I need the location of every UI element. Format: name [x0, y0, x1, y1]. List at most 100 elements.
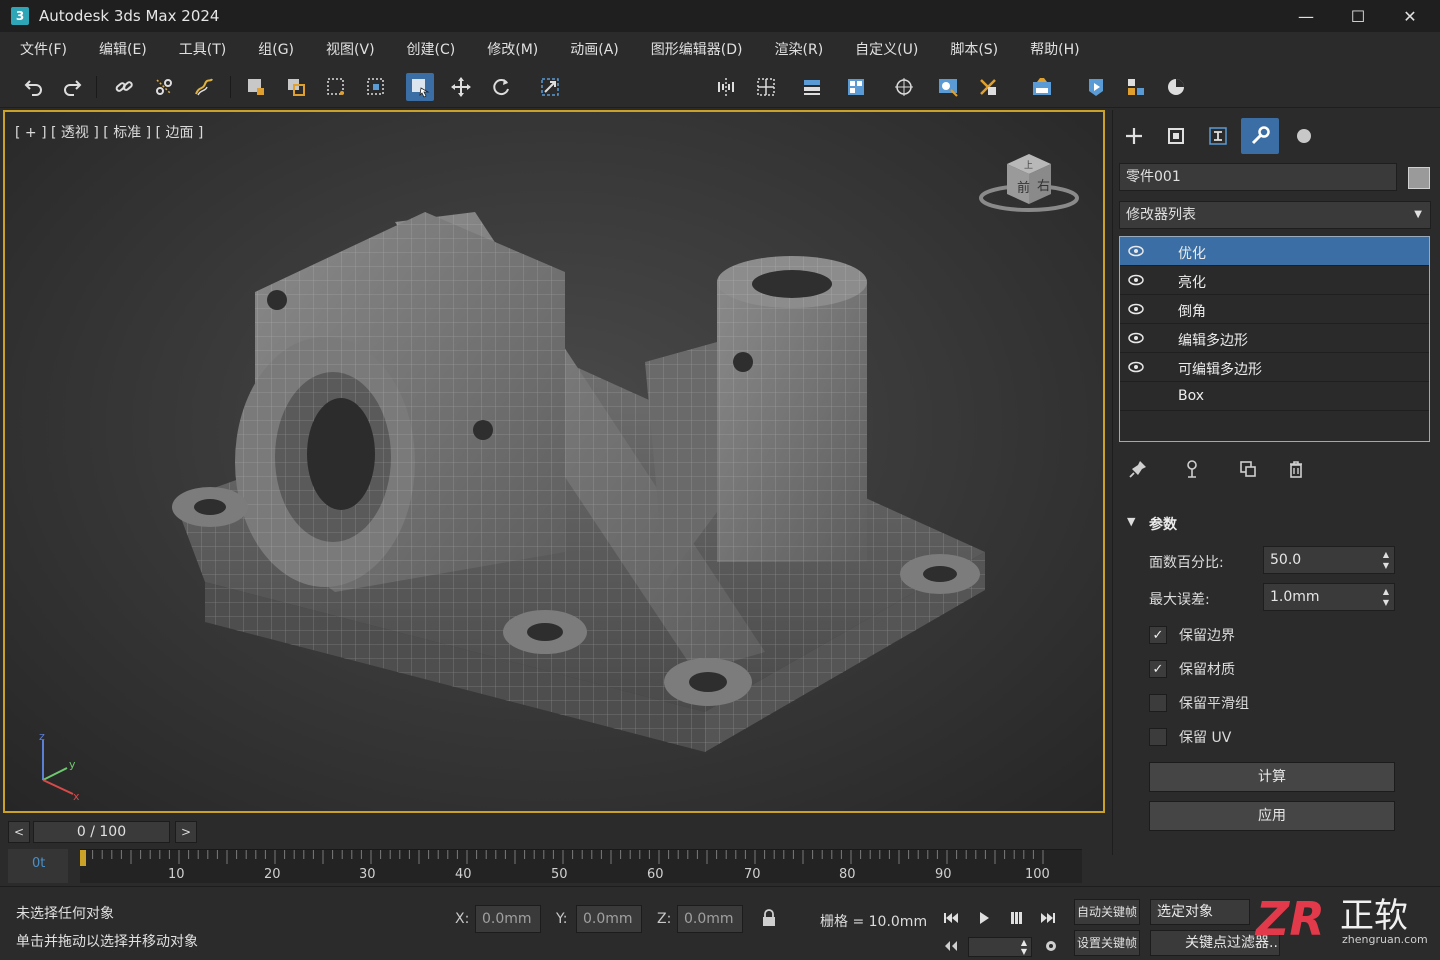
- viewcube-top-label[interactable]: 上: [1024, 160, 1033, 171]
- modify-icon[interactable]: [1157, 118, 1195, 154]
- x-coord-field[interactable]: 0.0mm: [475, 905, 541, 933]
- stack-item-box[interactable]: Box: [1120, 382, 1429, 411]
- mirror-icon[interactable]: [712, 73, 740, 101]
- viewcube-right-label[interactable]: 右: [1037, 179, 1050, 194]
- eye-icon[interactable]: [1128, 244, 1144, 258]
- scale-icon[interactable]: [536, 73, 564, 101]
- make-unique-icon[interactable]: [1235, 456, 1261, 482]
- time-slider[interactable]: 0 / 100: [33, 821, 170, 843]
- menu-help[interactable]: 帮助(H): [1030, 39, 1079, 59]
- rect-select-icon[interactable]: [322, 73, 350, 101]
- current-frame-field[interactable]: ▲ ▼: [968, 937, 1032, 957]
- menu-group[interactable]: 组(G): [258, 39, 294, 59]
- lock-selection-icon[interactable]: [756, 905, 782, 931]
- preserve-uv-checkbox[interactable]: [1149, 728, 1167, 746]
- move-icon[interactable]: [447, 73, 475, 101]
- stack-item-editable-poly[interactable]: 可编辑多边形: [1120, 353, 1429, 382]
- parameters-rollout-header[interactable]: ▼ 参数: [1125, 512, 1425, 534]
- bind-spacewarp-icon[interactable]: [190, 73, 218, 101]
- y-coord-field[interactable]: 0.0mm: [576, 905, 642, 933]
- utilities-wrench-icon[interactable]: [1241, 118, 1279, 154]
- go-to-end-icon[interactable]: [1035, 905, 1061, 931]
- viewport-mesh-model[interactable]: [5, 112, 1105, 813]
- modifier-list-dropdown[interactable]: 修改器列表 ▼: [1119, 201, 1431, 229]
- align-icon[interactable]: [752, 73, 780, 101]
- arnold-icon[interactable]: [1162, 73, 1190, 101]
- spinner-arrows-icon[interactable]: ▲ ▼: [1383, 586, 1389, 608]
- menu-views[interactable]: 视图(V): [326, 39, 375, 59]
- go-to-start-icon[interactable]: [938, 905, 964, 931]
- stack-item-brighten[interactable]: 亮化: [1120, 266, 1429, 295]
- object-color-swatch[interactable]: [1408, 167, 1430, 189]
- stack-item-optimize[interactable]: 优化: [1120, 237, 1429, 266]
- viewcube-front-label[interactable]: 前: [1017, 180, 1030, 196]
- spinner-arrows-icon[interactable]: ▲ ▼: [1021, 938, 1027, 956]
- max-error-spinner[interactable]: 1.0mm ▲ ▼: [1263, 583, 1395, 611]
- render-icon[interactable]: [1082, 73, 1110, 101]
- maximize-button[interactable]: ☐: [1332, 0, 1384, 32]
- select-move-icon[interactable]: [406, 73, 434, 101]
- menu-tools[interactable]: 工具(T): [179, 39, 226, 59]
- perspective-viewport[interactable]: [ + ] [ 透视 ] [ 标准 ] [ 边面 ] 前 右 上 z y x: [3, 110, 1105, 813]
- active-shade-icon[interactable]: [1122, 73, 1150, 101]
- unlink-icon[interactable]: [150, 73, 178, 101]
- track-bar-key-toggle[interactable]: 0t: [8, 849, 68, 883]
- display-icon[interactable]: [1285, 118, 1323, 154]
- menu-modifiers[interactable]: 修改(M): [487, 39, 538, 59]
- menu-file[interactable]: 文件(F): [20, 39, 67, 59]
- menu-edit[interactable]: 编辑(E): [99, 39, 147, 59]
- hierarchy-icon[interactable]: [1199, 118, 1237, 154]
- z-coord-field[interactable]: 0.0mm: [677, 905, 743, 933]
- eye-icon[interactable]: [1128, 302, 1144, 316]
- eye-icon[interactable]: [1128, 331, 1144, 345]
- auto-key-button[interactable]: 自动关键帧: [1074, 899, 1140, 925]
- object-name-field[interactable]: 零件001: [1119, 163, 1397, 191]
- close-button[interactable]: ✕: [1384, 0, 1436, 32]
- window-crossing-icon[interactable]: [362, 73, 390, 101]
- next-frame-button[interactable]: >: [175, 821, 197, 843]
- select-by-name-icon[interactable]: [282, 73, 310, 101]
- viewcube[interactable]: 前 右 上: [977, 140, 1081, 212]
- menu-rendering[interactable]: 渲染(R): [775, 39, 824, 59]
- menu-animation[interactable]: 动画(A): [570, 39, 619, 59]
- link-icon[interactable]: [110, 73, 138, 101]
- undo-icon[interactable]: [20, 73, 48, 101]
- eye-icon[interactable]: [1128, 360, 1144, 374]
- preserve-boundary-checkbox[interactable]: ✓: [1149, 626, 1167, 644]
- play-icon[interactable]: [971, 905, 997, 931]
- select-object-icon[interactable]: [242, 73, 270, 101]
- render-frame-icon[interactable]: [1028, 73, 1056, 101]
- calculate-button[interactable]: 计算: [1149, 762, 1395, 792]
- stack-item-chamfer[interactable]: 倒角: [1120, 295, 1429, 324]
- menu-graph-editors[interactable]: 图形编辑器(D): [651, 39, 743, 59]
- time-config-icon[interactable]: [1038, 933, 1064, 959]
- rotate-icon[interactable]: [487, 73, 515, 101]
- preserve-smoothing-checkbox[interactable]: [1149, 694, 1167, 712]
- collapse-triangle-icon[interactable]: ▼: [1127, 515, 1135, 528]
- toggle-ribbon-icon[interactable]: [842, 73, 870, 101]
- menu-scripting[interactable]: 脚本(S): [950, 39, 998, 59]
- key-mode-icon[interactable]: [938, 933, 964, 959]
- prev-frame-button[interactable]: <: [8, 821, 30, 843]
- redo-icon[interactable]: [58, 73, 86, 101]
- menu-customize[interactable]: 自定义(U): [855, 39, 918, 59]
- minimize-button[interactable]: —: [1280, 0, 1332, 32]
- stop-icon[interactable]: [1003, 905, 1029, 931]
- track-bar[interactable]: 10 20 30 40 50 60 70 80 90 100: [80, 849, 1082, 883]
- layer-explorer-icon[interactable]: [798, 73, 826, 101]
- spinner-arrows-icon[interactable]: ▲ ▼: [1383, 549, 1389, 571]
- apply-button[interactable]: 应用: [1149, 801, 1395, 831]
- face-percent-spinner[interactable]: 50.0 ▲ ▼: [1263, 546, 1395, 574]
- material-editor-icon[interactable]: [934, 73, 962, 101]
- show-end-result-icon[interactable]: [1179, 456, 1205, 482]
- render-setup-icon[interactable]: [974, 73, 1002, 101]
- menu-create[interactable]: 创建(C): [407, 39, 456, 59]
- stack-item-edit-poly[interactable]: 编辑多边形: [1120, 324, 1429, 353]
- selection-set-field[interactable]: 选定对象: [1150, 899, 1250, 925]
- curve-editor-icon[interactable]: [890, 73, 918, 101]
- set-key-button[interactable]: 设置关键帧: [1074, 930, 1140, 956]
- pin-stack-icon[interactable]: [1125, 456, 1151, 482]
- preserve-material-checkbox[interactable]: ✓: [1149, 660, 1167, 678]
- eye-icon[interactable]: [1128, 273, 1144, 287]
- create-icon[interactable]: [1115, 118, 1153, 154]
